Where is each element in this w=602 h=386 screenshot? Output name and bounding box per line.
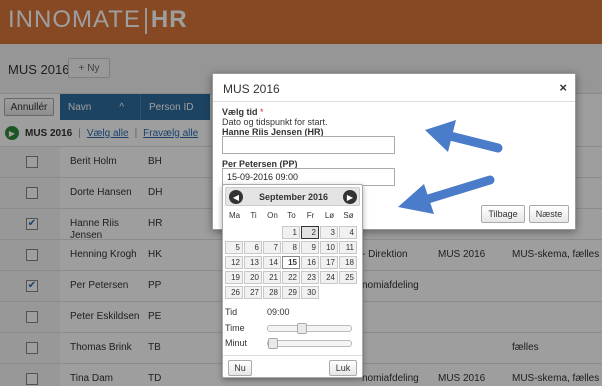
annotation-arrow-upper [425,120,503,153]
annotation-arrows [398,120,503,214]
annotation-arrow-lower [398,175,495,214]
